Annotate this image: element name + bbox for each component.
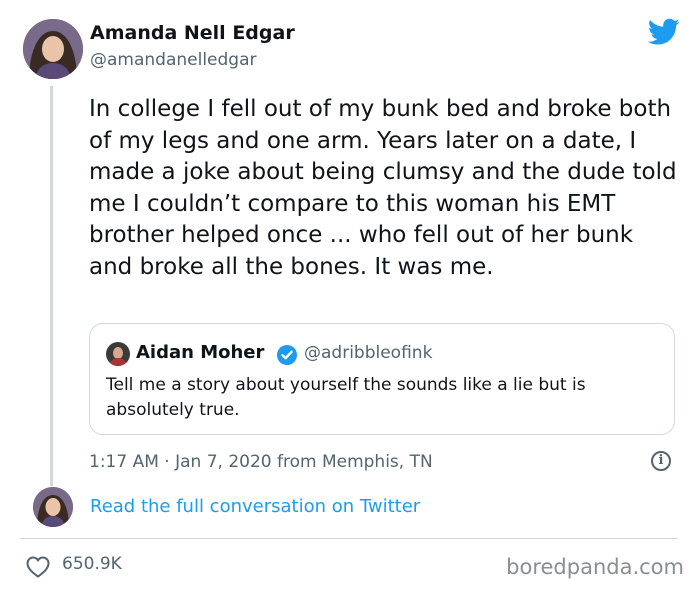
twitter-bird-icon[interactable] [647,18,680,50]
quoted-tweet-text: Tell me a story about yourself the sound… [106,375,586,420]
quoted-tweet[interactable]: Aidan Moher @adribbleofink Tell me a sto… [89,323,675,435]
read-conversation-link[interactable]: Read the full conversation on Twitter [90,496,420,517]
thread-line [50,86,53,486]
watermark: boredpanda.com [506,555,684,579]
reply-avatar[interactable] [33,487,73,527]
quoted-author-avatar[interactable] [106,342,130,366]
quoted-author-name[interactable]: Aidan Moher [136,342,264,363]
heart-icon[interactable] [26,556,50,582]
divider [20,538,678,539]
verified-badge-icon [276,344,298,370]
like-count: 650.9K [62,554,122,574]
author-avatar[interactable] [23,19,83,79]
tweet-timestamp[interactable]: 1:17 AM · Jan 7, 2020 from Memphis, TN [89,452,433,472]
tweet-text: In college I fell out of my bunk bed and… [89,96,677,280]
author-handle[interactable]: @amandanelledgar [90,50,257,70]
author-name[interactable]: Amanda Nell Edgar [90,22,295,44]
quoted-author-handle[interactable]: @adribbleofink [304,343,432,363]
info-icon[interactable]: i [651,451,671,471]
